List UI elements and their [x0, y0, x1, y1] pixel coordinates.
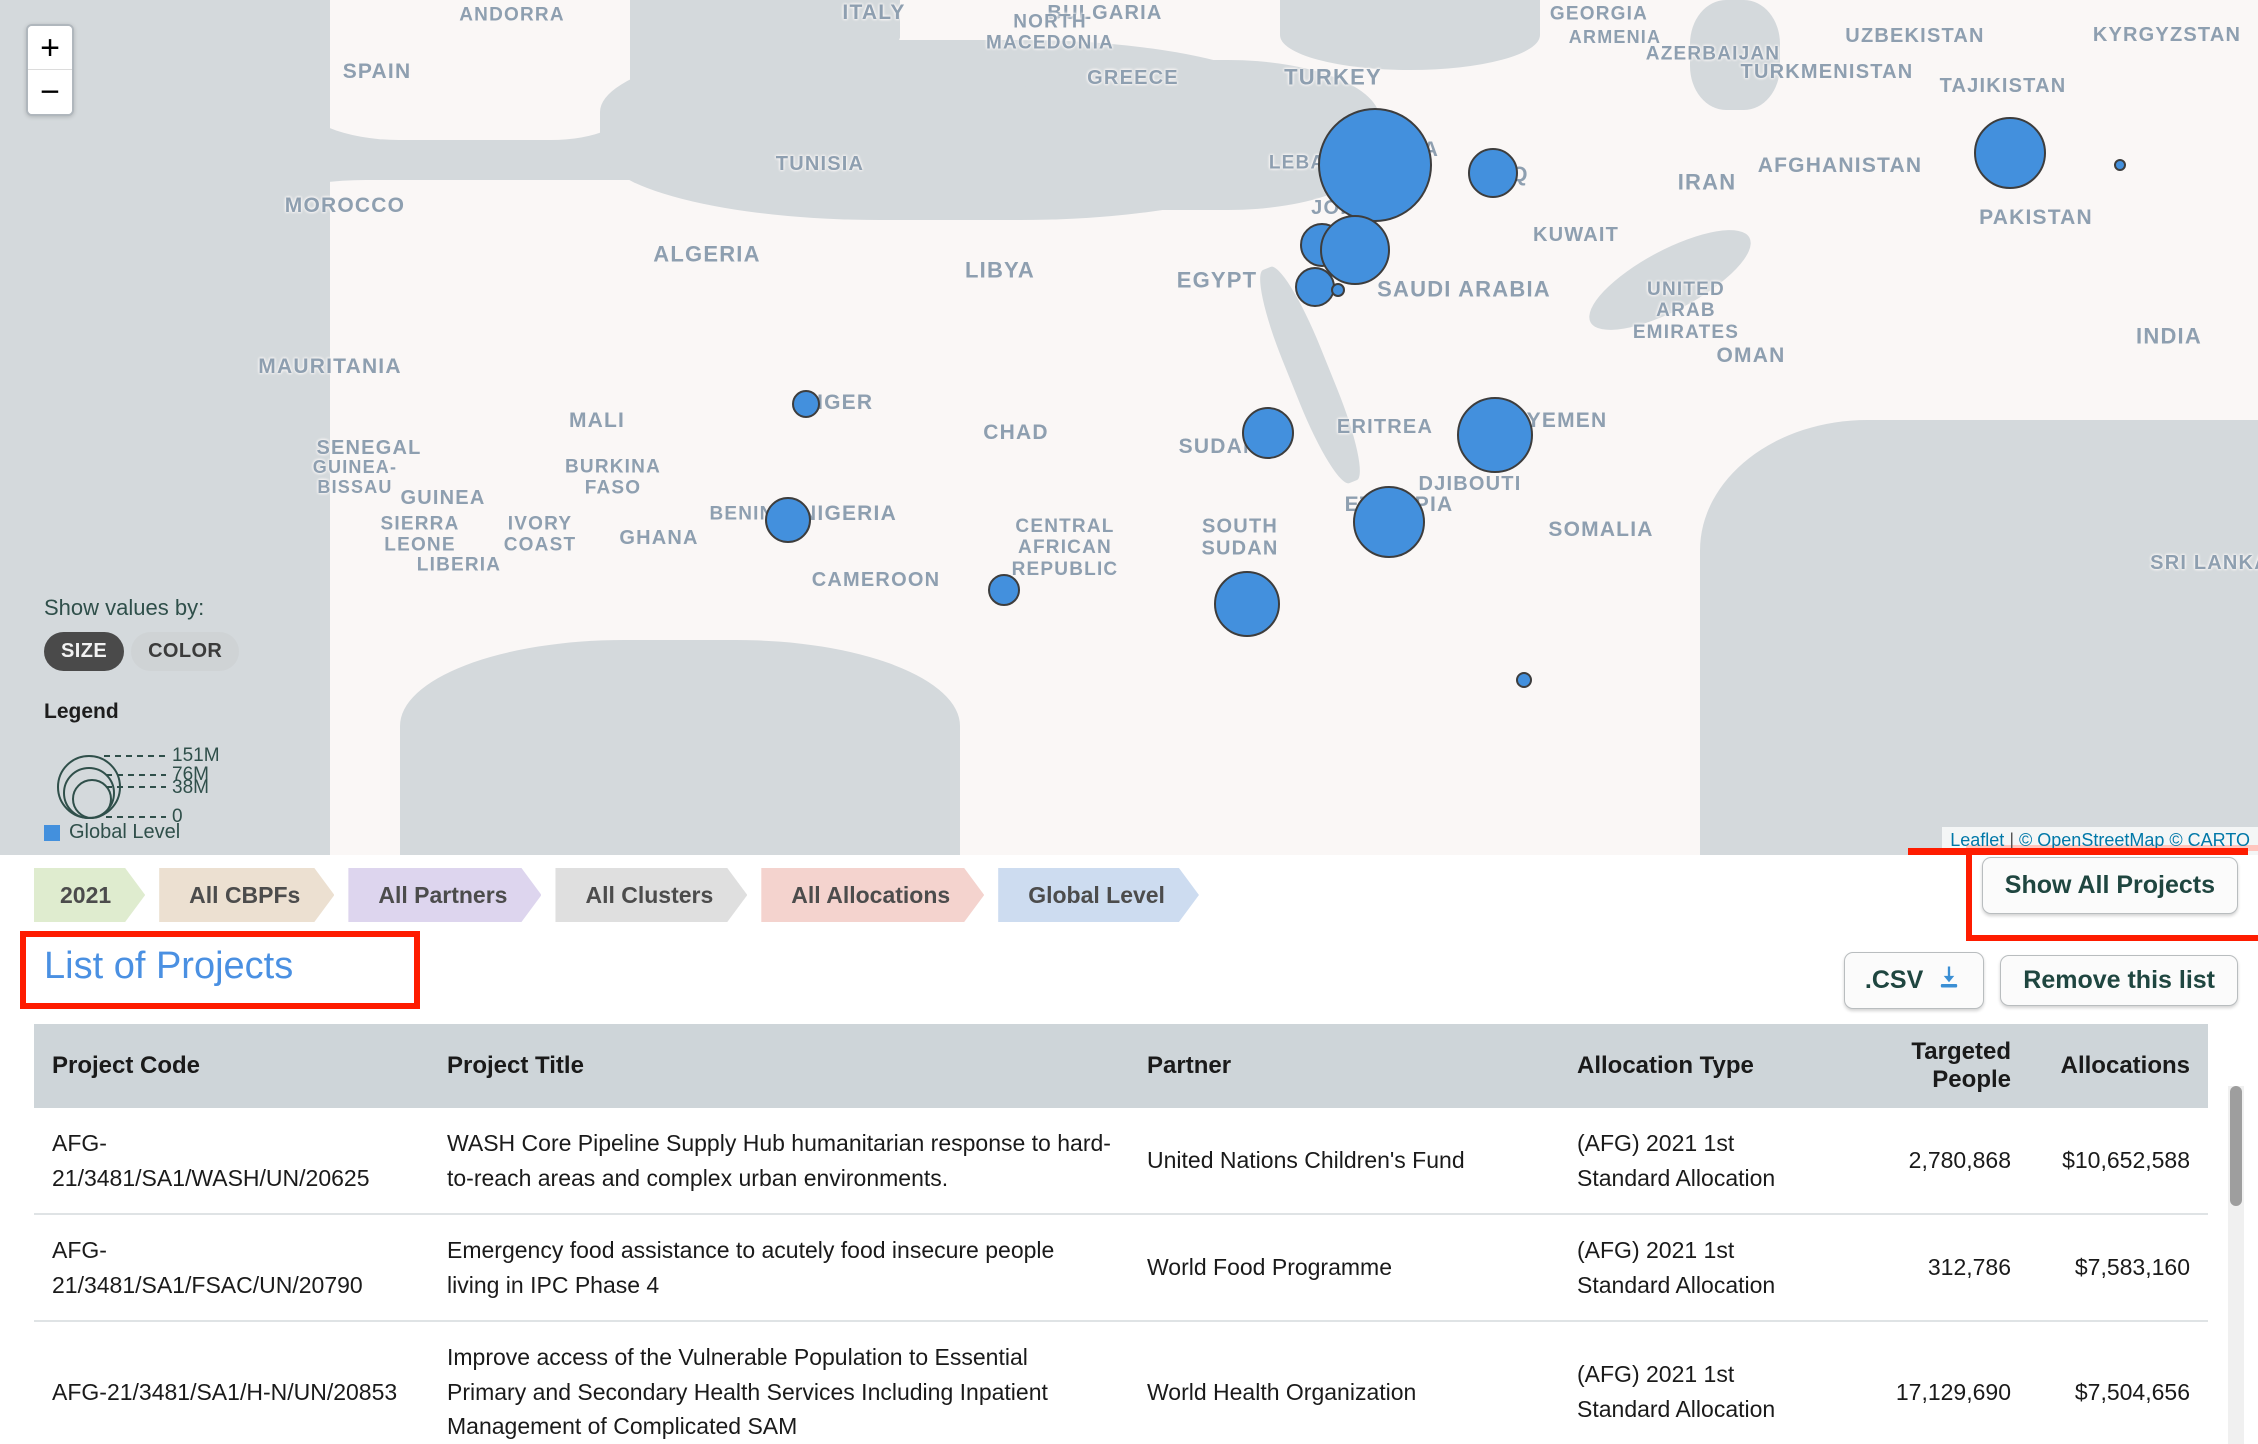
- legend-title: Legend: [44, 700, 119, 723]
- column-header-project-code[interactable]: Project Code: [34, 1024, 429, 1108]
- projects-table-body: AFG-21/3481/SA1/WASH/UN/20625 WASH Core P…: [34, 1108, 2208, 1444]
- cell-allocation-type: (AFG) 2021 1st Standard Allocation: [1559, 1321, 1829, 1444]
- breadcrumb-item-2021[interactable]: 2021: [34, 868, 145, 922]
- zoom-in-button[interactable]: +: [28, 26, 72, 70]
- map-bubble-south-sudan[interactable]: [1214, 571, 1280, 637]
- csv-label: .CSV: [1864, 966, 1924, 994]
- legend-color-swatch: [44, 824, 60, 841]
- openstreetmap-link[interactable]: © OpenStreetMap: [2019, 830, 2164, 850]
- map-bubble-cameroon[interactable]: [988, 574, 1020, 606]
- map-panel[interactable]: ANDORRA SPAIN ITALY BULGARIA NORTH MACEDONIA…: [0, 0, 2258, 855]
- table-row[interactable]: AFG-21/3481/SA1/H-N/UN/20853 Improve acce…: [34, 1321, 2208, 1444]
- carto-link[interactable]: © CARTO: [2169, 830, 2250, 850]
- cell-allocations: $7,504,656: [2029, 1321, 2208, 1444]
- map-bubble-jordan[interactable]: [1331, 283, 1345, 297]
- table-header-row: Project Code Project Title Partner Alloc…: [34, 1024, 2208, 1108]
- breadcrumb-item-all-cbpfs[interactable]: All CBPFs: [159, 868, 334, 922]
- column-header-allocations[interactable]: Allocations: [2029, 1024, 2208, 1108]
- map-zoom-control[interactable]: + −: [26, 24, 74, 116]
- map-water-arabian-sea: [1700, 420, 2258, 855]
- map-legend: Legend 151M 76M 38M 0 Global Level: [44, 700, 244, 844]
- cell-project-code: AFG-21/3481/SA1/WASH/UN/20625: [34, 1108, 429, 1215]
- cell-project-title: WASH Core Pipeline Supply Hub humanitari…: [429, 1108, 1129, 1215]
- table-row[interactable]: AFG-21/3481/SA1/FSAC/UN/20790 Emergency f…: [34, 1214, 2208, 1322]
- cell-project-code: AFG-21/3481/SA1/FSAC/UN/20790: [34, 1214, 429, 1322]
- table-row[interactable]: AFG-21/3481/SA1/WASH/UN/20625 WASH Core P…: [34, 1108, 2208, 1215]
- zoom-out-button[interactable]: −: [28, 70, 72, 114]
- list-header: List of Projects .CSV Remove this list: [0, 931, 2258, 1025]
- cell-allocation-type: (AFG) 2021 1st Standard Allocation: [1559, 1214, 1829, 1322]
- map-bubble-pakistan-small[interactable]: [2114, 159, 2126, 171]
- column-header-partner[interactable]: Partner: [1129, 1024, 1559, 1108]
- map-bubble-somalia-small[interactable]: [1516, 672, 1532, 688]
- cell-project-title: Improve access of the Vulnerable Populat…: [429, 1321, 1129, 1444]
- breadcrumb-item-all-allocations[interactable]: All Allocations: [761, 868, 984, 922]
- breadcrumb[interactable]: 2021 All CBPFs All Partners All Clusters All…: [34, 868, 1213, 922]
- breadcrumb-bar: 2021 All CBPFs All Partners All Clusters All…: [0, 845, 2258, 941]
- projects-table-container[interactable]: Project Code Project Title Partner Alloc…: [34, 1024, 2224, 1444]
- list-actions: .CSV Remove this list: [1843, 952, 2238, 1009]
- map-bubble-iraq[interactable]: [1468, 148, 1518, 198]
- attribution-separator: |: [2009, 830, 2014, 850]
- legend-value-2: 38M: [172, 777, 209, 798]
- cell-targeted-people: 17,129,690: [1829, 1321, 2029, 1444]
- cell-allocation-type: (AFG) 2021 1st Standard Allocation: [1559, 1108, 1829, 1215]
- cell-project-code: AFG-21/3481/SA1/H-N/UN/20853: [34, 1321, 429, 1444]
- map-bubble-yemen[interactable]: [1457, 397, 1533, 473]
- remove-this-list-button[interactable]: Remove this list: [2000, 955, 2238, 1006]
- show-values-by-control: Show values by: SIZE COLOR: [44, 595, 240, 671]
- toggle-size-button[interactable]: SIZE: [44, 632, 125, 671]
- breadcrumb-item-global-level[interactable]: Global Level: [998, 868, 1199, 922]
- cell-allocations: $7,583,160: [2029, 1214, 2208, 1322]
- map-water-caspian: [1690, 0, 1780, 110]
- map-bubble-palestine[interactable]: [1295, 267, 1335, 307]
- column-header-allocation-type[interactable]: Allocation Type: [1559, 1024, 1829, 1108]
- cell-targeted-people: 2,780,868: [1829, 1108, 2029, 1215]
- map-bubble-afghanistan[interactable]: [1974, 117, 2046, 189]
- legend-footer-label: Global Level: [69, 821, 181, 843]
- column-header-project-title[interactable]: Project Title: [429, 1024, 1129, 1108]
- map-water-gulf-of-guinea: [400, 640, 960, 855]
- cell-partner: World Health Organization: [1129, 1321, 1559, 1444]
- map-bubble-sudan[interactable]: [1242, 407, 1294, 459]
- toggle-color-button[interactable]: COLOR: [131, 632, 240, 671]
- csv-download-button[interactable]: .CSV: [1843, 952, 1985, 1009]
- map-bubble-turkey[interactable]: [1318, 108, 1432, 222]
- map-bubble-ethiopia[interactable]: [1353, 486, 1425, 558]
- table-scrollbar-thumb[interactable]: [2230, 1086, 2242, 1206]
- projects-table: Project Code Project Title Partner Alloc…: [34, 1024, 2208, 1444]
- show-all-projects-wrapper: Show All Projects: [1965, 845, 2258, 941]
- breadcrumb-item-all-partners[interactable]: All Partners: [348, 868, 541, 922]
- table-vertical-scrollbar[interactable]: [2228, 1086, 2244, 1444]
- breadcrumb-item-all-clusters[interactable]: All Clusters: [555, 868, 747, 922]
- map-bubble-nigeria[interactable]: [765, 497, 811, 543]
- leaflet-link[interactable]: Leaflet: [1950, 830, 2004, 850]
- legend-value-3: 0: [172, 806, 183, 827]
- legend-footer: Global Level: [44, 821, 244, 844]
- legend-bubbles: 151M 76M 38M 0: [44, 729, 244, 827]
- map-landmass-horn: [1380, 430, 1710, 730]
- download-icon: [1935, 963, 1963, 998]
- column-header-targeted-people[interactable]: Targeted People: [1829, 1024, 2029, 1108]
- map-bubble-niger[interactable]: [792, 390, 820, 418]
- value-mode-toggle-group[interactable]: SIZE COLOR: [44, 632, 240, 671]
- cell-partner: World Food Programme: [1129, 1214, 1559, 1322]
- cell-targeted-people: 312,786: [1829, 1214, 2029, 1322]
- list-title-annotation-box: [20, 931, 420, 1009]
- map-water-black-sea: [1280, 0, 1540, 70]
- cell-project-title: Emergency food assistance to acutely foo…: [429, 1214, 1129, 1322]
- map-landmass-iberia: [300, 0, 630, 140]
- cell-partner: United Nations Children's Fund: [1129, 1108, 1559, 1215]
- show-all-projects-annotation-box: [1965, 845, 2258, 941]
- attribution-annotation-highlight: [1908, 848, 2248, 855]
- legend-circles-svg: [57, 755, 166, 819]
- show-values-by-label: Show values by:: [44, 595, 205, 620]
- cell-allocations: $10,652,588: [2029, 1108, 2208, 1215]
- projects-table-head: Project Code Project Title Partner Alloc…: [34, 1024, 2208, 1108]
